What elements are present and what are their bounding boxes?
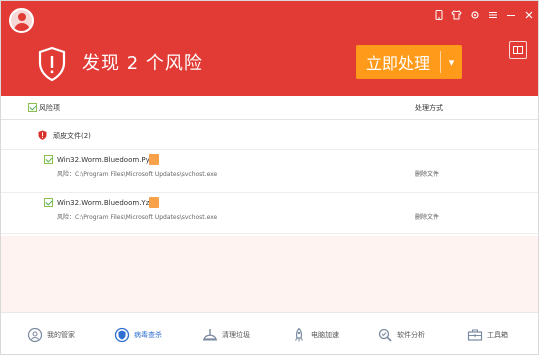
threat-tag xyxy=(149,154,159,165)
warning-shield-icon xyxy=(38,130,47,140)
column-handle: 处理方式 xyxy=(415,104,443,112)
nav-toolbox[interactable]: 工具箱 xyxy=(467,321,508,349)
close-icon[interactable] xyxy=(523,9,534,20)
column-header: 风险项 处理方式 xyxy=(1,96,538,120)
item-checkbox[interactable] xyxy=(44,198,53,207)
nav-clean[interactable]: 清理垃圾 xyxy=(202,321,250,349)
empty-area xyxy=(1,236,538,312)
main-window: 发现 2 个风险 立即处理 ▾ 风险项 处理方式 顽皮文件(2) Win32.W… xyxy=(0,0,539,355)
broom-icon xyxy=(203,329,217,341)
threat-path: 风险：C:\Program Files\Microsoft Updates\sv… xyxy=(57,171,218,178)
toolbox-icon xyxy=(467,329,483,341)
avatar[interactable] xyxy=(9,8,34,33)
nav-speedup[interactable]: 电脑加速 xyxy=(291,321,339,349)
bottom-nav: 我的管家 病毒查杀 清理垃圾 电脑加速 软件分析 工具箱 xyxy=(1,312,538,354)
nav-virus-scan-label: 病毒查杀 xyxy=(134,331,162,339)
window-controls xyxy=(433,9,534,20)
threat-name: Win32.Worm.Bluedoom.Pyze xyxy=(57,156,158,164)
menu-icon[interactable] xyxy=(487,9,498,20)
select-all-checkbox[interactable] xyxy=(28,103,37,112)
shield-scan-icon xyxy=(114,327,130,343)
chevron-down-icon[interactable]: ▾ xyxy=(441,45,462,79)
delete-file-action[interactable]: 删除文件 xyxy=(415,169,439,178)
magnifier-icon xyxy=(378,328,392,342)
nav-home-label: 我的管家 xyxy=(47,331,75,339)
home-icon xyxy=(27,327,43,343)
phone-icon[interactable] xyxy=(433,9,444,20)
threat-tag xyxy=(149,197,159,208)
minimize-icon[interactable] xyxy=(505,9,516,20)
nav-virus-scan[interactable]: 病毒查杀 xyxy=(114,321,162,349)
shield-warning-icon xyxy=(38,46,66,82)
delete-file-action[interactable]: 删除文件 xyxy=(415,212,439,221)
header: 发现 2 个风险 立即处理 ▾ xyxy=(1,1,538,96)
nav-clean-label: 清理垃圾 xyxy=(222,331,250,339)
item-checkbox[interactable] xyxy=(44,155,53,164)
nav-software-analysis[interactable]: 软件分析 xyxy=(377,321,425,349)
nav-speedup-label: 电脑加速 xyxy=(311,331,339,339)
gear-icon[interactable] xyxy=(469,9,480,20)
handle-now-button[interactable]: 立即处理 ▾ xyxy=(356,45,462,79)
group-label: 顽皮文件(2) xyxy=(53,132,91,140)
risk-item[interactable]: Win32.Worm.Bluedoom.Yzct 风险：C:\Program F… xyxy=(1,192,538,234)
nav-software-analysis-label: 软件分析 xyxy=(397,331,425,339)
shirt-icon[interactable] xyxy=(451,9,462,20)
rocket-icon xyxy=(295,327,303,342)
threat-name: Win32.Worm.Bluedoom.Yzct xyxy=(57,199,156,207)
nav-toolbox-label: 工具箱 xyxy=(487,331,508,339)
handle-now-label[interactable]: 立即处理 xyxy=(356,45,440,79)
sidebar-toggle-icon[interactable] xyxy=(509,41,527,59)
risk-item[interactable]: Win32.Worm.Bluedoom.Pyze 风险：C:\Program F… xyxy=(1,149,538,191)
nav-home[interactable]: 我的管家 xyxy=(27,321,75,349)
column-risk: 风险项 xyxy=(39,104,60,112)
risk-group[interactable]: 顽皮文件(2) xyxy=(1,120,538,148)
risk-title: 发现 2 个风险 xyxy=(82,53,203,74)
threat-path: 风险：C:\Program Files\Microsoft Updates\sv… xyxy=(57,214,218,221)
